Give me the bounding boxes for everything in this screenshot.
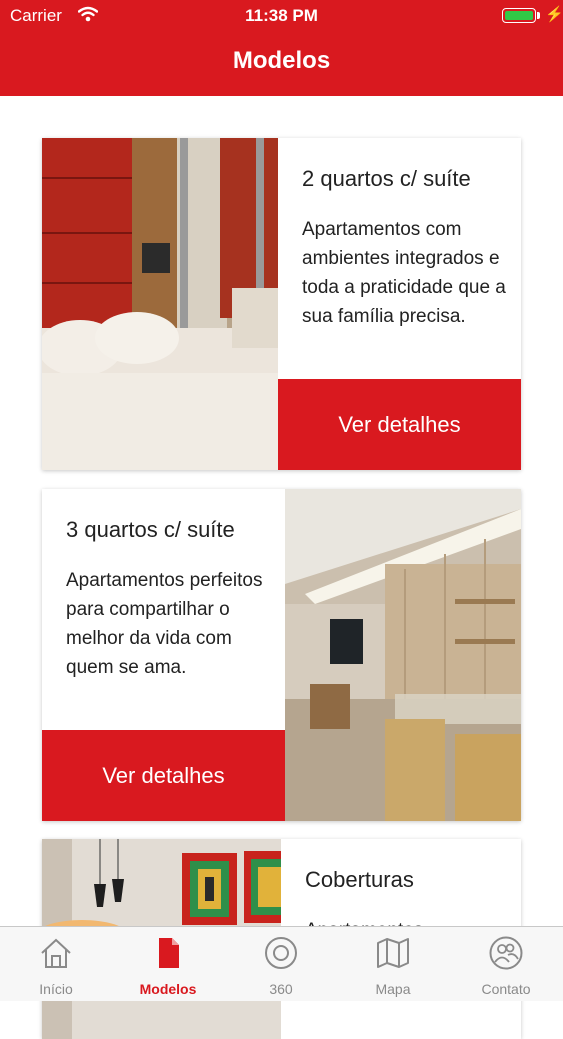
ver-detalhes-button[interactable]: Ver detalhes <box>42 730 285 821</box>
battery-icon <box>502 8 536 23</box>
card-title: 2 quartos c/ suíte <box>302 166 471 191</box>
tab-contato[interactable]: Contato <box>450 927 562 1001</box>
app-header: Carrier 11:38 PM ⚡ Modelos <box>0 0 563 96</box>
tab-label: Modelos <box>139 981 197 997</box>
tab-label: Mapa <box>375 981 411 997</box>
contacts-icon <box>489 936 523 970</box>
card-description: Apartamentos perfeitos para compartilhar… <box>66 570 263 678</box>
tab-inicio[interactable]: Início <box>0 927 112 1001</box>
bedroom-image <box>42 138 278 470</box>
ver-detalhes-button[interactable]: Ver detalhes <box>278 379 521 470</box>
card-title: 3 quartos c/ suíte <box>66 517 235 542</box>
clock: 11:38 PM <box>245 6 318 25</box>
tab-bar: Início Modelos 360 Mapa Contato <box>0 926 563 1001</box>
360-icon <box>265 937 297 969</box>
tab-label: Contato <box>481 981 531 997</box>
page-title: Modelos <box>232 47 331 74</box>
tab-label: Início <box>39 981 73 997</box>
living-room-image <box>285 489 521 821</box>
tab-label: 360 <box>269 981 293 997</box>
model-card-3-quartos: 3 quartos c/ suíte Apartamentos perfeito… <box>42 489 521 821</box>
tab-modelos[interactable]: Modelos <box>112 927 224 1001</box>
document-icon <box>159 938 179 968</box>
card-title: Coberturas <box>305 867 414 892</box>
home-icon <box>41 938 71 968</box>
model-card-2-quartos: 2 quartos c/ suíte Apartamentos com ambi… <box>42 138 521 470</box>
map-icon <box>377 938 409 968</box>
tab-mapa[interactable]: Mapa <box>337 927 449 1001</box>
charging-icon: ⚡ <box>545 6 563 23</box>
battery-tip <box>537 12 540 19</box>
status-bar: Carrier 11:38 PM ⚡ <box>0 0 563 32</box>
tab-360[interactable]: 360 <box>225 927 337 1001</box>
card-description: Apartamentos com ambientes integrados e … <box>302 219 506 327</box>
